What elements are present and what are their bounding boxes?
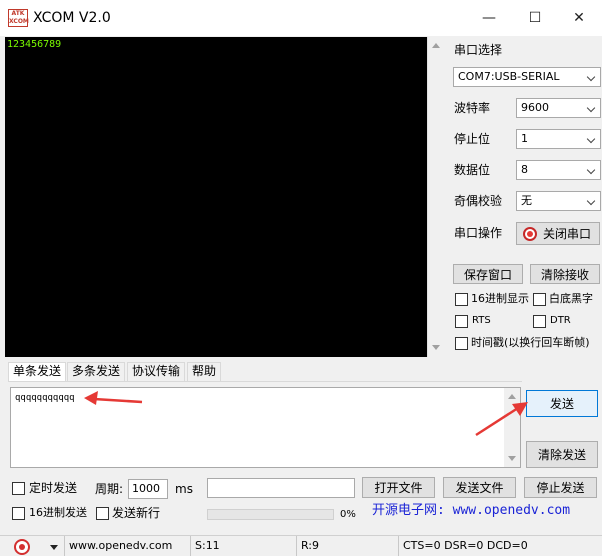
status-line-signals: CTS=0 DSR=0 DCD=0 — [398, 536, 602, 556]
tab-help[interactable]: 帮助 — [187, 362, 222, 381]
website-banner: 开源电子网: www.openedv.com — [372, 503, 571, 518]
parity-select[interactable]: 无 — [516, 191, 601, 211]
scroll-down-icon[interactable] — [508, 456, 516, 461]
scroll-down-icon[interactable] — [432, 345, 440, 350]
record-icon — [523, 226, 537, 241]
rts-label: RTS — [472, 315, 491, 326]
hex-send-label: 16进制发送 — [29, 506, 87, 519]
send-newline-label: 发送新行 — [112, 506, 161, 520]
minimize-button[interactable]: — — [466, 0, 512, 36]
clear-receive-button[interactable]: 清除接收 — [530, 264, 600, 284]
databits-select[interactable]: 8 — [516, 160, 601, 180]
received-text: 123456789 — [7, 39, 62, 50]
hex-display-checkbox[interactable] — [455, 293, 468, 306]
tab-protocol[interactable]: 协议传输 — [127, 362, 186, 381]
settings-gear-icon[interactable] — [14, 539, 30, 555]
dtr-checkbox[interactable] — [533, 315, 546, 328]
send-file-button[interactable]: 发送文件 — [443, 477, 516, 498]
port-op-label: 串口操作 — [454, 226, 503, 240]
chevron-down-icon — [586, 165, 596, 175]
baud-select[interactable]: 9600 — [516, 98, 601, 118]
chevron-down-icon — [586, 103, 596, 113]
port-select[interactable]: COM7:USB-SERIAL — [453, 67, 601, 87]
stop-send-button[interactable]: 停止发送 — [524, 477, 597, 498]
open-file-button[interactable]: 打开文件 — [362, 477, 435, 498]
dtr-label: DTR — [550, 315, 571, 326]
timed-send-checkbox[interactable] — [12, 482, 25, 495]
file-path-input[interactable] — [207, 478, 355, 498]
scroll-up-icon[interactable] — [432, 43, 440, 48]
terminal-scrollbar[interactable] — [427, 37, 444, 357]
port-label: 串口选择 — [454, 43, 503, 57]
stopbits-select[interactable]: 1 — [516, 129, 601, 149]
clear-send-button[interactable]: 清除发送 — [526, 441, 598, 468]
progress-percent: 0% — [340, 509, 356, 520]
chevron-down-icon — [586, 196, 596, 206]
send-newline-checkbox[interactable] — [96, 507, 109, 520]
close-button[interactable]: ✕ — [556, 0, 602, 36]
close-port-button[interactable]: 关闭串口 — [516, 222, 600, 245]
white-bg-checkbox[interactable] — [533, 293, 546, 306]
status-sent-count: S:11 — [190, 536, 296, 556]
status-bar: www.openedv.com S:11 R:9 CTS=0 DSR=0 DCD… — [0, 535, 602, 556]
rts-checkbox[interactable] — [455, 315, 468, 328]
databits-label: 数据位 — [454, 163, 491, 177]
hex-display-label: 16进制显示 — [471, 292, 529, 305]
white-bg-label: 白底黑字 — [549, 292, 593, 305]
status-website[interactable]: www.openedv.com — [64, 536, 190, 556]
parity-label: 奇偶校验 — [454, 194, 503, 208]
chevron-down-icon[interactable] — [50, 545, 58, 550]
period-unit: ms — [175, 482, 193, 496]
send-text-value: qqqqqqqqqqq — [15, 393, 75, 403]
status-received-count: R:9 — [296, 536, 398, 556]
period-label: 周期: — [95, 482, 124, 496]
receive-terminal[interactable]: 123456789 — [5, 37, 427, 357]
chevron-down-icon — [586, 134, 596, 144]
databits-value: 8 — [521, 163, 528, 176]
baud-label: 波特率 — [454, 101, 491, 115]
save-window-button[interactable]: 保存窗口 — [453, 264, 523, 284]
baud-value: 9600 — [521, 101, 549, 114]
timestamp-checkbox[interactable] — [455, 337, 468, 350]
maximize-button[interactable]: ☐ — [512, 0, 558, 36]
tab-divider — [8, 381, 522, 382]
parity-value: 无 — [521, 194, 532, 207]
window-title: XCOM V2.0 — [33, 10, 111, 26]
send-progress-bar — [207, 509, 334, 520]
timestamp-label: 时间戳(以换行回车断帧) — [471, 336, 590, 349]
period-input[interactable]: 1000 — [128, 479, 168, 499]
tab-multi-send[interactable]: 多条发送 — [67, 362, 126, 381]
stopbits-label: 停止位 — [454, 132, 491, 146]
period-value: 1000 — [132, 482, 160, 495]
port-value: COM7:USB-SERIAL — [458, 70, 560, 83]
hex-send-checkbox[interactable] — [12, 507, 25, 520]
annotation-arrow-icon — [84, 391, 143, 405]
stopbits-value: 1 — [521, 132, 528, 145]
annotation-arrow-icon — [475, 402, 528, 437]
chevron-down-icon — [586, 72, 596, 82]
app-logo-icon: ATK XCOM — [8, 9, 29, 27]
send-button[interactable]: 发送 — [526, 390, 598, 417]
tab-single-send[interactable]: 单条发送 — [8, 362, 67, 381]
timed-send-label: 定时发送 — [29, 481, 78, 495]
close-port-label: 关闭串口 — [543, 227, 592, 241]
